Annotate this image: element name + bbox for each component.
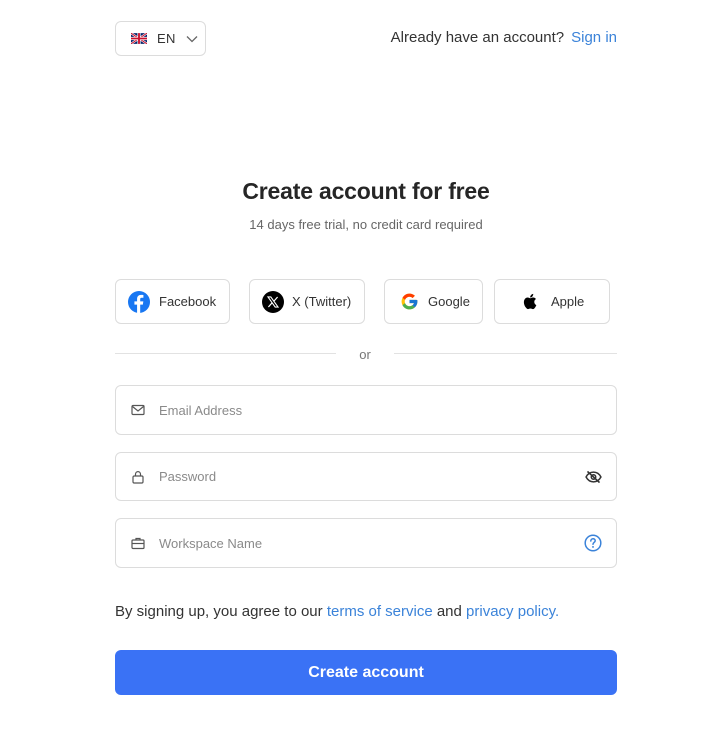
sign-in-prompt: Already have an account? Sign in: [390, 28, 617, 46]
password-field: [115, 452, 617, 501]
already-have-account-text: Already have an account?: [390, 28, 565, 46]
sign-in-link[interactable]: Sign in: [571, 29, 617, 46]
terms-prefix: By signing up, you agree to our: [115, 603, 323, 620]
workspace-field: [115, 518, 617, 568]
language-code: EN: [157, 31, 176, 46]
google-icon: [401, 293, 418, 310]
mail-icon: [131, 404, 145, 416]
page-title: Create account for free: [242, 178, 490, 204]
divider-left: [115, 353, 336, 354]
lock-icon: [132, 470, 144, 484]
uk-flag-icon: [131, 33, 147, 44]
x-twitter-icon: [262, 290, 284, 313]
terms-notice: By signing up, you agree to our terms of…: [115, 603, 559, 620]
briefcase-icon: [131, 537, 145, 550]
facebook-label: Facebook: [159, 294, 217, 309]
chevron-down-icon: [186, 35, 198, 42]
privacy-policy-link[interactable]: privacy policy.: [466, 603, 559, 620]
eye-off-icon[interactable]: [585, 470, 602, 483]
google-label: Google: [428, 294, 470, 309]
workspace-input[interactable]: [159, 519, 570, 567]
page-subtitle: 14 days free trial, no credit card requi…: [249, 217, 483, 232]
create-account-button[interactable]: Create account: [115, 650, 617, 695]
google-signup-button[interactable]: Google: [384, 279, 483, 324]
email-input[interactable]: [159, 386, 570, 434]
apple-label: Apple: [551, 294, 585, 309]
x-twitter-label: X (Twitter): [292, 294, 352, 309]
divider-right: [394, 353, 617, 354]
email-field: [115, 385, 617, 435]
x-twitter-signup-button[interactable]: X (Twitter): [249, 279, 365, 324]
facebook-signup-button[interactable]: Facebook: [115, 279, 230, 324]
password-input[interactable]: [159, 453, 570, 500]
language-selector[interactable]: EN: [115, 21, 206, 56]
question-circle-icon[interactable]: [584, 534, 602, 552]
apple-icon: [523, 293, 537, 310]
terms-of-service-link[interactable]: terms of service: [327, 603, 433, 620]
divider-or-text: or: [359, 347, 371, 362]
terms-and: and: [436, 603, 462, 620]
apple-signup-button[interactable]: Apple: [494, 279, 610, 324]
facebook-icon: [128, 290, 150, 313]
